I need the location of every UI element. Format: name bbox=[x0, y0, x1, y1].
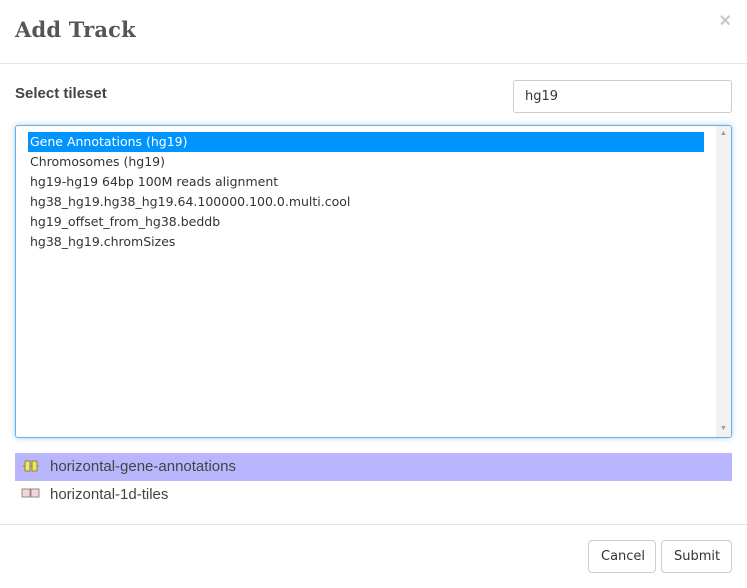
submit-button[interactable]: Submit bbox=[661, 540, 732, 573]
tileset-options: Gene Annotations (hg19) Chromosomes (hg1… bbox=[28, 132, 704, 252]
track-type-1d-tiles[interactable]: horizontal-1d-tiles bbox=[15, 481, 732, 509]
gene-annotations-icon bbox=[21, 456, 41, 472]
dialog-title: Add Track bbox=[15, 17, 136, 42]
tileset-option[interactable]: hg19_offset_from_hg38.beddb bbox=[28, 212, 704, 232]
track-type-gene-annotations[interactable]: horizontal-gene-annotations bbox=[15, 453, 732, 481]
track-type-label: horizontal-1d-tiles bbox=[50, 486, 169, 503]
select-tileset-label: Select tileset bbox=[15, 85, 107, 102]
tileset-option[interactable]: hg38_hg19.hg38_hg19.64.100000.100.0.mult… bbox=[28, 192, 704, 212]
tileset-option[interactable]: Gene Annotations (hg19) bbox=[28, 132, 704, 152]
close-button[interactable]: × bbox=[719, 11, 731, 31]
tileset-option[interactable]: Chromosomes (hg19) bbox=[28, 152, 704, 172]
1d-tiles-icon bbox=[21, 484, 41, 500]
cancel-button[interactable]: Cancel bbox=[588, 540, 656, 573]
dialog-header: Add Track × bbox=[0, 0, 747, 64]
track-type-list: horizontal-gene-annotations horizontal-1… bbox=[15, 453, 732, 509]
tileset-search-input[interactable] bbox=[513, 80, 732, 113]
tileset-option[interactable]: hg19-hg19 64bp 100M reads alignment bbox=[28, 172, 704, 192]
track-type-label: horizontal-gene-annotations bbox=[50, 458, 236, 475]
tileset-option[interactable]: hg38_hg19.chromSizes bbox=[28, 232, 704, 252]
add-track-dialog: Add Track × Select tileset Gene Annotati… bbox=[0, 0, 747, 588]
list-scrollbar[interactable]: ▲ ▼ bbox=[716, 126, 731, 437]
dialog-footer: Cancel Submit bbox=[0, 524, 747, 588]
scroll-down-arrow-icon[interactable]: ▼ bbox=[716, 424, 731, 434]
tileset-list[interactable]: Gene Annotations (hg19) Chromosomes (hg1… bbox=[15, 125, 732, 438]
scroll-up-arrow-icon[interactable]: ▲ bbox=[716, 129, 731, 139]
